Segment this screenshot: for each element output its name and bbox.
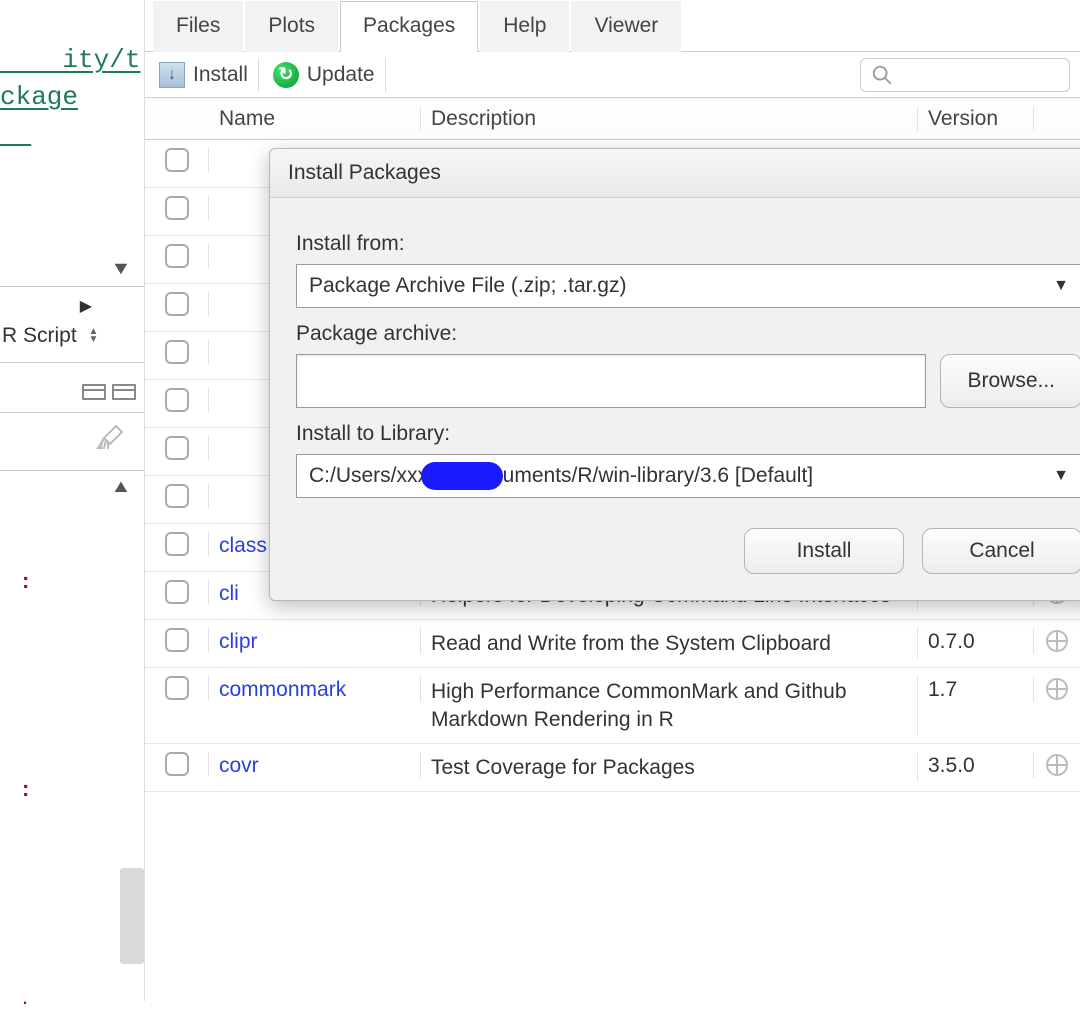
gutter-marker: :: [22, 568, 29, 594]
install-library-label: Install to Library:: [296, 422, 1080, 446]
package-checkbox[interactable]: [165, 148, 189, 172]
search-input[interactable]: [901, 64, 1041, 85]
packages-grid-header: Name Description Version: [145, 98, 1080, 140]
globe-icon[interactable]: [1046, 678, 1068, 700]
packages-panel: Files Plots Packages Help Viewer Install…: [145, 0, 1080, 1001]
package-description: High Performance CommonMark and Github M…: [421, 676, 918, 735]
install-packages-dialog: Install Packages Install from: Package A…: [269, 148, 1080, 601]
table-row: covr Test Coverage for Packages3.5.0: [145, 744, 1080, 792]
package-checkbox[interactable]: [165, 752, 189, 776]
browse-button[interactable]: Browse...: [940, 354, 1080, 408]
packages-toolbar: Install Update: [145, 52, 1080, 98]
update-button[interactable]: Update: [269, 58, 386, 92]
tab-viewer[interactable]: Viewer: [571, 1, 681, 52]
cancel-button[interactable]: Cancel: [922, 528, 1080, 574]
collapse-down-icon[interactable]: ▼: [110, 258, 131, 279]
column-version[interactable]: Version: [918, 107, 1034, 131]
package-name-link[interactable]: cli: [219, 582, 239, 605]
column-description[interactable]: Description: [421, 107, 918, 131]
left-pane-fragment: ity/t ckage ▼ ▶ R Script ▲▼ ▲ : : .: [0, 0, 145, 1001]
tab-files[interactable]: Files: [153, 1, 243, 52]
scrollbar-thumb[interactable]: [120, 868, 144, 964]
code-link-fragment: ity/t ckage: [0, 0, 144, 152]
package-description: Test Coverage for Packages: [421, 752, 918, 782]
package-version: 0.7.0: [918, 628, 1034, 654]
install-from-label: Install from:: [296, 232, 1080, 256]
install-button[interactable]: Install: [155, 58, 259, 92]
package-archive-label: Package archive:: [296, 322, 1080, 346]
package-checkbox[interactable]: [165, 532, 189, 556]
package-checkbox[interactable]: [165, 196, 189, 220]
globe-icon[interactable]: [1046, 630, 1068, 652]
rscript-selector[interactable]: R Script ▲▼: [2, 324, 98, 348]
globe-icon[interactable]: [1046, 754, 1068, 776]
package-checkbox[interactable]: [165, 388, 189, 412]
search-box[interactable]: [860, 58, 1070, 92]
package-checkbox[interactable]: [165, 292, 189, 316]
window-layout-icon[interactable]: [82, 384, 106, 400]
redaction-mark: [421, 462, 503, 490]
install-icon: [159, 62, 185, 88]
search-icon: [871, 64, 893, 86]
window-layout-icon-2[interactable]: [112, 384, 136, 400]
install-confirm-button[interactable]: Install: [744, 528, 904, 574]
tab-packages[interactable]: Packages: [340, 1, 478, 52]
tab-plots[interactable]: Plots: [245, 1, 338, 52]
gutter-marker: .: [22, 984, 28, 1010]
panel-tabs: Files Plots Packages Help Viewer: [145, 0, 1080, 52]
package-name-link[interactable]: commonmark: [219, 678, 346, 701]
package-description: Read and Write from the System Clipboard: [421, 628, 918, 658]
package-checkbox[interactable]: [165, 628, 189, 652]
clear-icon[interactable]: [96, 424, 126, 457]
package-version: 1.7: [918, 676, 1034, 702]
package-name-link[interactable]: clipr: [219, 630, 258, 653]
table-row: clipr Read and Write from the System Clip…: [145, 620, 1080, 668]
table-row: commonmark High Performance CommonMark an…: [145, 668, 1080, 744]
package-version: 3.5.0: [918, 752, 1034, 778]
collapse-up-icon[interactable]: ▲: [110, 476, 131, 497]
package-name-link[interactable]: covr: [219, 754, 259, 777]
package-checkbox[interactable]: [165, 484, 189, 508]
install-library-select[interactable]: C:/Users/xxxxxx/Documents/R/win-library/…: [296, 454, 1080, 498]
package-name-link[interactable]: class: [219, 534, 267, 557]
chevron-down-icon: ▼: [1053, 467, 1069, 485]
package-checkbox[interactable]: [165, 244, 189, 268]
package-checkbox[interactable]: [165, 436, 189, 460]
column-name[interactable]: Name: [209, 107, 421, 131]
tab-help[interactable]: Help: [480, 1, 569, 52]
package-archive-input[interactable]: [296, 354, 926, 408]
chevron-down-icon: ▼: [1053, 277, 1069, 295]
update-icon: [273, 62, 299, 88]
package-checkbox[interactable]: [165, 580, 189, 604]
dialog-title: Install Packages: [270, 149, 1080, 198]
install-from-select[interactable]: Package Archive File (.zip; .tar.gz) ▼: [296, 264, 1080, 308]
package-checkbox[interactable]: [165, 676, 189, 700]
gutter-marker: :: [22, 776, 29, 802]
expand-right-icon[interactable]: ▶: [80, 296, 92, 316]
package-checkbox[interactable]: [165, 340, 189, 364]
stepper-icon: ▲▼: [89, 328, 99, 344]
